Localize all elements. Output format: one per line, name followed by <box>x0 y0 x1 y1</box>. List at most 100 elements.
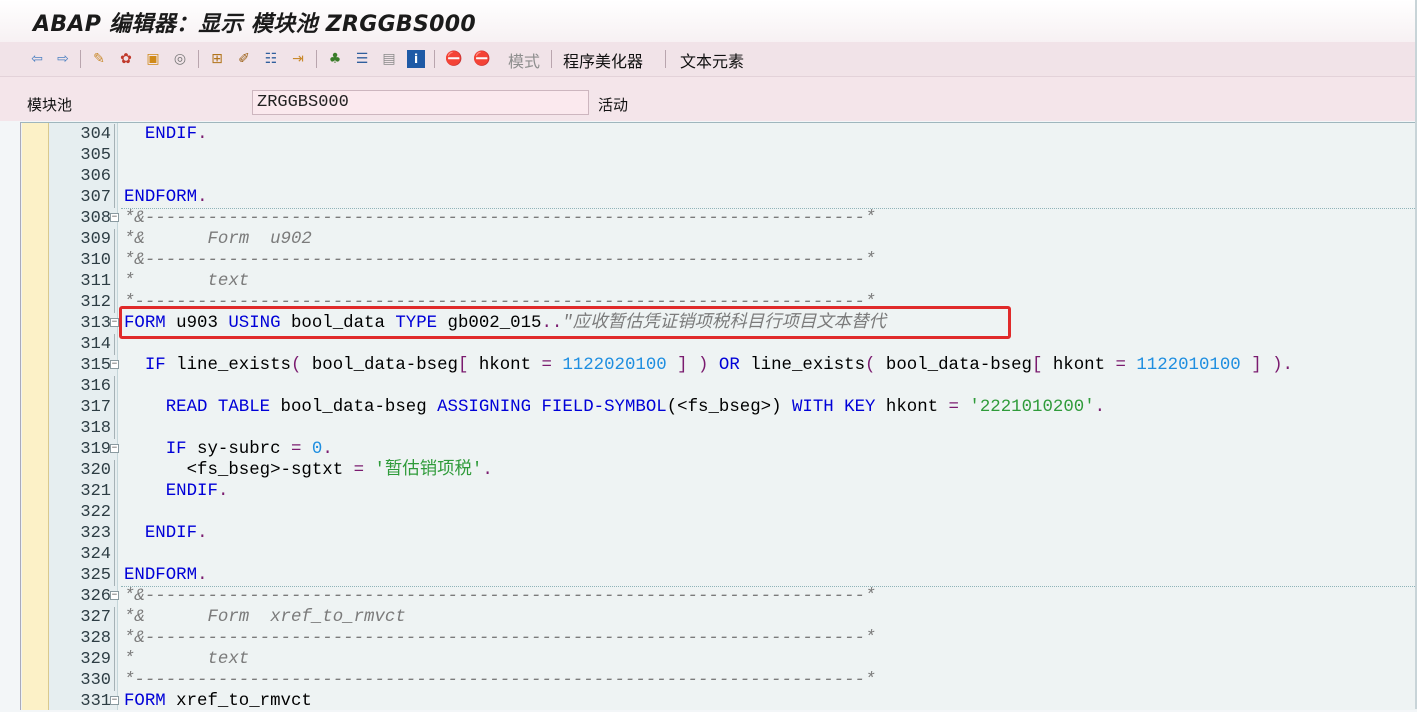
code-token: '2221010200' <box>969 398 1095 417</box>
code-line[interactable]: 318 <box>21 418 1417 439</box>
info-icon[interactable]: i <box>407 50 425 68</box>
code-token: bool_data-bseg <box>875 356 1032 375</box>
fold-toggle-icon[interactable]: − <box>110 444 119 453</box>
code-text: *---------------------------------------… <box>124 670 875 691</box>
fold-guide <box>114 481 115 502</box>
code-token: hkont <box>875 398 949 417</box>
fold-guide <box>114 670 115 691</box>
fold-toggle-icon[interactable]: − <box>110 318 119 327</box>
code-line[interactable]: 321 ENDIF. <box>21 481 1417 502</box>
code-token: gb002_015 <box>437 314 542 333</box>
fold-toggle-icon[interactable]: − <box>110 696 119 705</box>
display-object-list-icon[interactable]: ⇥ <box>289 50 307 68</box>
line-number: 304 <box>80 125 111 144</box>
activate-icon[interactable]: ◎ <box>171 50 189 68</box>
code-text: ENDFORM. <box>124 565 208 586</box>
code-line[interactable]: 325 ENDFORM. <box>21 565 1417 586</box>
code-token: ENDFORM <box>124 566 198 585</box>
code-line[interactable]: 314 <box>21 334 1417 355</box>
line-number: 313 <box>80 314 111 333</box>
code-line[interactable]: 305 <box>21 145 1417 166</box>
fold-toggle-icon[interactable]: − <box>110 213 119 222</box>
pattern-button[interactable]: 模式 <box>508 48 540 72</box>
text-elements-button[interactable]: 文本元素 <box>680 48 744 72</box>
program-name-field[interactable]: ZRGGBS000 <box>252 90 589 115</box>
code-token: ENDIF <box>144 125 198 144</box>
code-token: . <box>197 524 208 543</box>
pretty-print-icon[interactable]: ✐ <box>235 50 253 68</box>
line-number: 316 <box>80 377 111 396</box>
forward-arrow-icon[interactable]: ⇨ <box>54 50 72 68</box>
check-icon[interactable]: ▣ <box>144 50 162 68</box>
code-text: ENDIF. <box>124 124 208 145</box>
toolbar-separator <box>198 50 199 68</box>
fold-guide <box>114 187 115 208</box>
code-token: bool_data-bseg <box>301 356 458 375</box>
code-token: ( <box>865 356 876 375</box>
back-arrow-icon[interactable]: ⇦ <box>28 50 46 68</box>
line-number: 330 <box>80 671 111 690</box>
code-line[interactable]: 329 * text <box>21 649 1417 670</box>
code-line[interactable]: 319− IF sy-subrc = 0. <box>21 439 1417 460</box>
create-icon[interactable]: ▤ <box>380 50 398 68</box>
session-breakpoint-icon[interactable]: ⛔ <box>473 50 491 68</box>
code-text: READ TABLE bool_data-bseg ASSIGNING FIEL… <box>124 397 1105 418</box>
code-editor[interactable]: 304 ENDIF. 305 306 307 ENDFORM. 308− *&-------… <box>20 122 1417 711</box>
code-line[interactable]: 322 <box>21 502 1417 523</box>
help-on-icon[interactable]: ♣ <box>326 50 344 68</box>
line-number: 306 <box>80 167 111 186</box>
breakpoint-icon[interactable]: ⛔ <box>445 50 463 68</box>
code-token: line_exists <box>165 356 291 375</box>
code-line[interactable]: 324 <box>21 544 1417 565</box>
where-used-icon[interactable]: ⊞ <box>208 50 226 68</box>
line-number: 320 <box>80 461 111 480</box>
code-token: <fs_bseg> <box>677 398 772 417</box>
code-line[interactable]: 327 *& Form xref_to_rmvct <box>21 607 1417 628</box>
code-line[interactable]: 330 *------------------------------------… <box>21 670 1417 691</box>
code-line[interactable]: 326− *&----------------------------------… <box>21 586 1417 607</box>
code-token: *&--------------------------------------… <box>124 587 876 606</box>
line-number: 310 <box>80 251 111 270</box>
line-number: 327 <box>80 608 111 627</box>
code-line[interactable]: 304 ENDIF. <box>21 124 1417 145</box>
toolbar-separator <box>551 50 552 68</box>
code-text: ENDFORM. <box>124 187 208 208</box>
code-line[interactable]: 323 ENDIF. <box>21 523 1417 544</box>
fold-toggle-icon[interactable]: − <box>110 591 119 600</box>
code-line[interactable]: 306 <box>21 166 1417 187</box>
code-token: line_exists <box>739 356 866 375</box>
code-token: . <box>1094 398 1106 417</box>
code-line[interactable]: 315− IF line_exists( bool_data-bseg[ hko… <box>21 355 1417 376</box>
stack-icon[interactable]: ☷ <box>262 50 280 68</box>
code-line[interactable]: 310 *&-----------------------------------… <box>21 250 1417 271</box>
code-token: = <box>541 356 552 375</box>
code-line[interactable]: 312 *------------------------------------… <box>21 292 1417 313</box>
code-line[interactable]: 328 *&-----------------------------------… <box>21 628 1417 649</box>
active-inactive-icon[interactable]: ✿ <box>117 50 135 68</box>
fold-guide <box>114 460 115 481</box>
code-line[interactable]: 311 * text <box>21 271 1417 292</box>
other-object-icon[interactable]: ✎ <box>90 50 108 68</box>
navigation-icon[interactable]: ☰ <box>353 50 371 68</box>
code-text: *&--------------------------------------… <box>124 250 875 271</box>
code-line[interactable]: 316 <box>21 376 1417 397</box>
pretty-printer-button[interactable]: 程序美化器 <box>563 48 643 72</box>
code-token: = <box>291 440 302 459</box>
code-token: ) <box>1272 356 1283 375</box>
title-bar: ABAP 编辑器：显示 模块池 ZRGGBS000 <box>0 0 1417 43</box>
code-token: '暂估销项税' <box>374 461 483 480</box>
line-number: 322 <box>80 503 111 522</box>
code-line[interactable]: 309 *& Form u902 <box>21 229 1417 250</box>
code-token: ) <box>698 356 709 375</box>
code-line[interactable]: 313− FORM u903 USING bool_data TYPE gb002… <box>21 313 1417 334</box>
code-token: "应收暂估凭证销项税科目行项目文本替代 <box>562 314 886 333</box>
code-line[interactable]: 317 READ TABLE bool_data-bseg ASSIGNING … <box>21 397 1417 418</box>
code-line[interactable]: 308− *&----------------------------------… <box>21 208 1417 229</box>
fold-toggle-icon[interactable]: − <box>110 360 119 369</box>
code-line[interactable]: 320 <fs_bseg>-sgtxt = '暂估销项税'. <box>21 460 1417 481</box>
code-line[interactable]: 307 ENDFORM. <box>21 187 1417 208</box>
